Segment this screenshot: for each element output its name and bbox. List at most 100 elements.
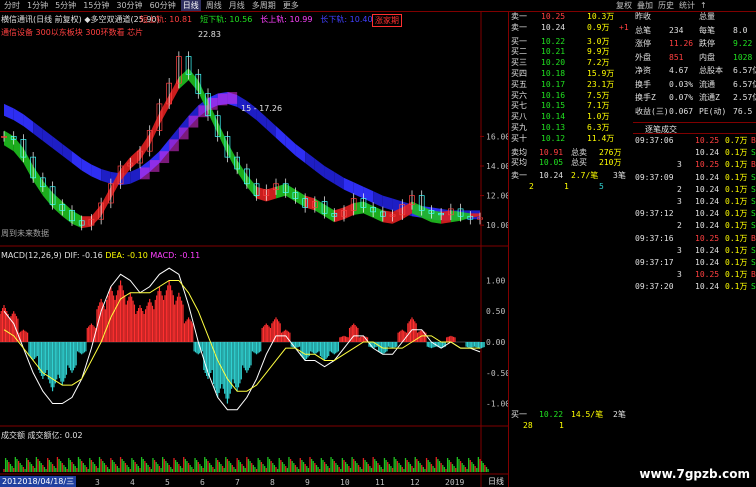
long-channel-segment — [23, 114, 34, 134]
bid-row[interactable]: 买二 10.21 9.9万 — [509, 47, 633, 58]
stat-value: 234 — [669, 25, 684, 35]
detail-vol: 2.7/笔 — [571, 171, 599, 181]
period-tab[interactable]: 15分钟 — [81, 0, 111, 11]
tick-time: 09:37:16 — [635, 233, 674, 243]
bid-row[interactable]: 买四 10.18 15.9万 — [509, 69, 633, 80]
tick-row: 09:37:20 10.24 0.1万 S — [633, 282, 756, 293]
bid-row[interactable]: 买六 10.16 7.5万 — [509, 91, 633, 102]
stat-value: 0.07% — [669, 93, 694, 102]
short-channel-segment — [159, 95, 170, 125]
ask-row[interactable]: 卖一 10.24 0.9万 +1 — [509, 23, 633, 34]
stat-label2: 流通Z — [699, 93, 720, 102]
tool-button[interactable]: 复权 — [616, 0, 632, 11]
stat-label: 净资 — [635, 66, 651, 75]
tick-time: 09:37:12 — [635, 209, 674, 219]
tick-row: 3 10.25 0.1万 B — [633, 270, 756, 281]
period-tab[interactable]: 60分钟 — [148, 0, 178, 11]
date-tick-label: 11 — [375, 478, 385, 487]
bid-row[interactable]: 买一 10.22 3.0万 — [509, 37, 633, 48]
bid-row[interactable]: 买九 10.13 6.3万 — [509, 123, 633, 134]
short-channel-segment — [246, 174, 257, 199]
dif-line — [3, 267, 481, 411]
period-tab[interactable]: 5分钟 — [53, 0, 78, 11]
long-channel-segment — [81, 158, 92, 177]
long-channel-segment — [52, 136, 63, 156]
tick-side: S — [751, 209, 756, 219]
stat-value2: 2.57亿 — [733, 93, 756, 102]
long-channel-segment — [91, 164, 102, 181]
legend-item: 短上轨: 10.81 — [140, 15, 193, 24]
tick-time: 3 — [677, 245, 682, 255]
price-tick-label: 10.00 — [486, 221, 508, 230]
tick-price: 10.25 — [695, 270, 720, 280]
level-label: 买十 — [511, 133, 527, 143]
long-channel-segment — [4, 103, 14, 121]
date-tick-label: 12 — [410, 478, 420, 487]
sector-tags[interactable]: 通信设备 300以东板块 300环数看 芯片 — [1, 27, 143, 38]
bid-row[interactable]: 买七 10.15 7.1万 — [509, 101, 633, 112]
kline-chart-area[interactable]: 16.00 14.00 12.00 10.00 1.00 0.50 0.00 -0.50 -1.… — [0, 12, 510, 487]
bid-row[interactable]: 买十 10.12 11.4万 — [509, 134, 633, 145]
period-tab[interactable]: 1分钟 — [25, 0, 50, 11]
long-channel-segment — [130, 167, 140, 184]
chart-canvas[interactable]: 16.00 14.00 12.00 10.00 1.00 0.50 0.00 -0.50 -1.… — [0, 12, 510, 487]
short-channel-segment — [363, 201, 374, 218]
tool-button[interactable]: 历史 — [658, 0, 674, 11]
stat-label2: 总股本 — [699, 66, 723, 75]
period-tab[interactable]: 30分钟 — [114, 0, 144, 11]
overlap-segment — [169, 139, 179, 152]
long-channel-segment — [305, 151, 315, 171]
tick-side: S — [751, 245, 756, 255]
tool-button[interactable]: 叠加 — [637, 0, 653, 11]
tick-volume: 0.1万 — [725, 209, 748, 219]
ask1-detail[interactable]: 卖一 10.24 2.7/笔 3笔 — [509, 171, 633, 182]
stat-value2: 8.0 — [733, 25, 748, 35]
detail-vol: 14.5/笔 — [571, 410, 604, 419]
tick-time: 3 — [677, 270, 682, 280]
stat-label: 收益(三) — [635, 106, 669, 116]
tick-time: 3 — [677, 160, 682, 170]
tool-button[interactable]: ↑ — [700, 0, 707, 11]
cursor-date: 2012018/04/18/三 — [0, 476, 77, 487]
bid-row[interactable]: 买三 10.20 7.2万 — [509, 58, 633, 69]
tick-list[interactable]: 09:37:06 10.25 0.7万 B 10.24 0.1万 S 3 10.25 0.1万 B 0… — [633, 134, 756, 474]
date-tick-label: 3 — [95, 478, 100, 487]
macd-tick-label: 0.50 — [486, 307, 505, 316]
short-channel-segment — [149, 112, 160, 146]
total-label: 总买 — [571, 158, 587, 168]
period-tab[interactable]: 多周期 — [250, 0, 278, 11]
overlap-segment — [208, 97, 218, 110]
level-label: 卖一 — [511, 12, 527, 21]
tick-row: 10.24 0.1万 S — [633, 148, 756, 159]
bid1-detail[interactable]: 买一 10.22 14.5/笔 2笔 — [509, 410, 633, 421]
level-label: 买二 — [511, 47, 527, 57]
tick-price: 10.24 — [695, 209, 720, 219]
volume-title: 成交额 成交额亿: 0.02 — [1, 431, 83, 440]
stat-row: 换手Z 0.07% 流通Z 2.57亿 — [633, 93, 756, 104]
short-channel-segment — [373, 205, 383, 223]
ask-row[interactable]: 卖一 10.25 10.3万 — [509, 12, 633, 23]
short-channel-segment — [353, 201, 364, 215]
level-volume: 1.0万 — [587, 112, 610, 122]
level-price: 10.15 — [541, 101, 566, 111]
tick-time: 09:37:09 — [635, 172, 674, 182]
level-change: +1 — [619, 22, 629, 32]
level-volume: 7.5万 — [587, 90, 610, 100]
period-tab[interactable]: 更多 — [281, 0, 301, 11]
bid-row[interactable]: 买五 10.17 23.1万 — [509, 80, 633, 91]
period-tab[interactable]: 分时 — [2, 0, 22, 11]
level-price: 10.16 — [541, 90, 566, 100]
period-tab[interactable]: 日线 — [180, 0, 201, 11]
tool-button[interactable]: 统计 — [679, 0, 695, 11]
tick-side: S — [751, 258, 756, 267]
period-tab[interactable]: 月线 — [227, 0, 247, 11]
long-channel-segment — [295, 143, 306, 164]
tick-price: 10.24 — [695, 184, 720, 194]
level-label: 买四 — [511, 69, 527, 78]
level-label: 买一 — [511, 36, 527, 46]
concept-tag[interactable]: 涨家期 — [372, 14, 402, 27]
macd-title: MACD(12,26,9) DIF: -0.16 DEA: -0.10 MACD… — [1, 251, 201, 260]
period-tab[interactable]: 周线 — [204, 0, 224, 11]
short-channel-segment — [344, 202, 354, 220]
bid-row[interactable]: 买八 10.14 1.0万 — [509, 112, 633, 123]
